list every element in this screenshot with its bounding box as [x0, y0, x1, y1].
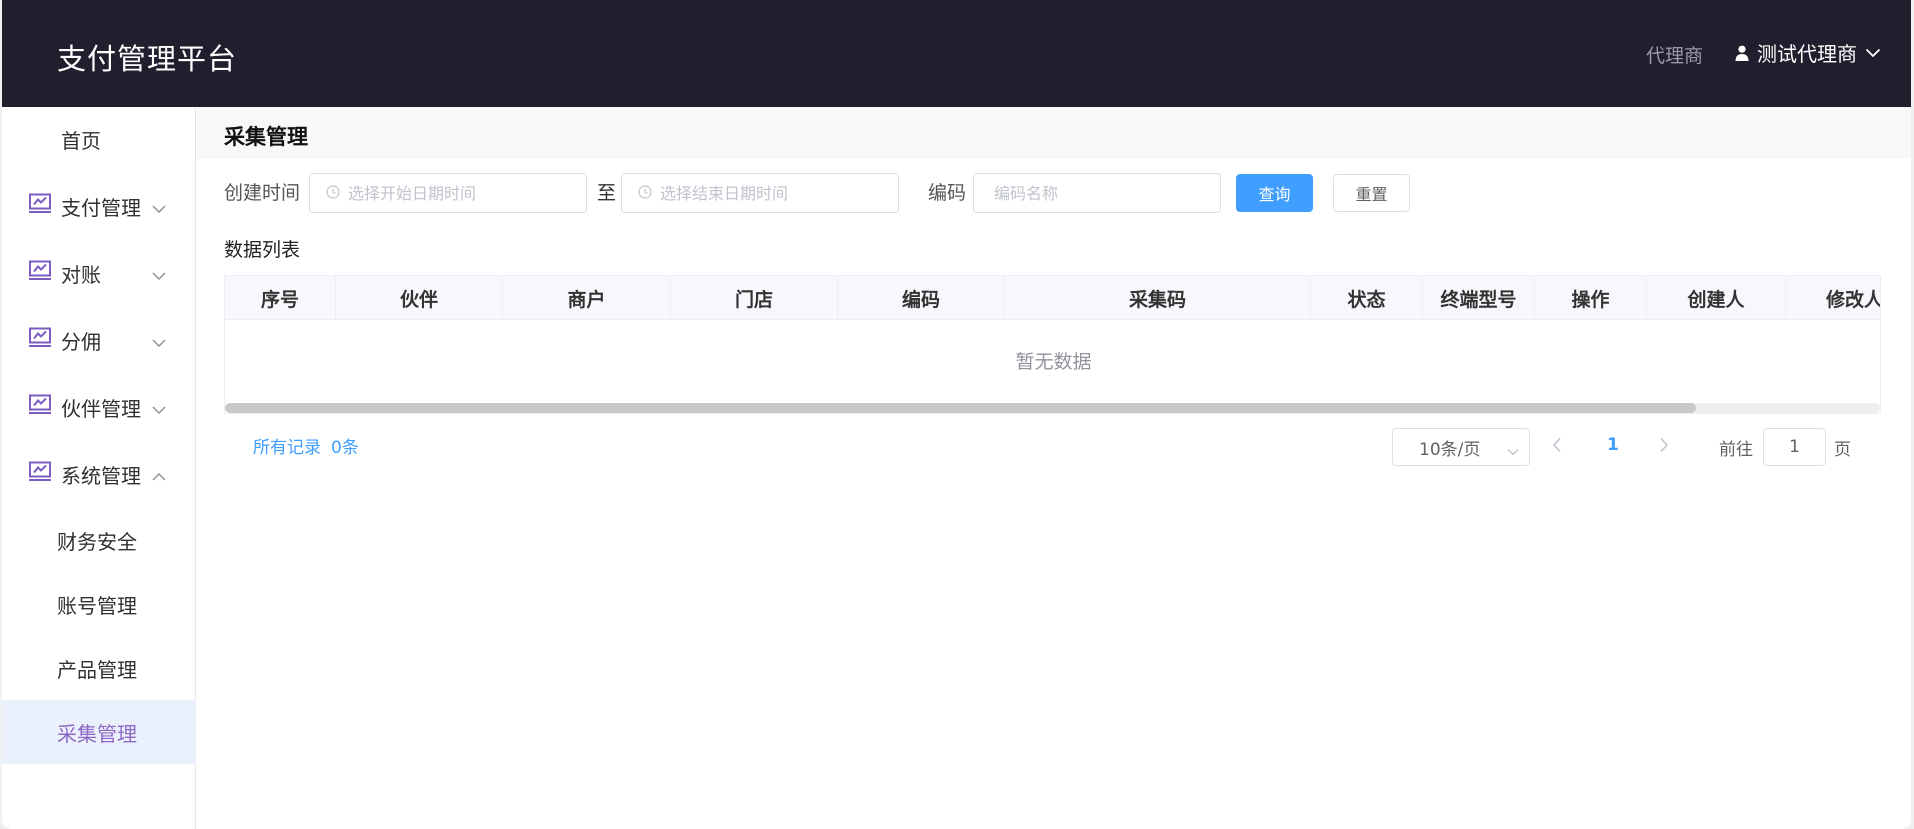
column-header-creator: 创建人: [1647, 276, 1786, 320]
sidebar: 首页 支付管理 对账 分佣 伙伴管理 系统管理 财务安全 账号管理 产品管理 采…: [2, 107, 196, 829]
end-date-input[interactable]: [621, 173, 899, 213]
chevron-down-icon: [152, 395, 166, 419]
prev-page-button[interactable]: [1552, 437, 1562, 457]
chevron-up-icon: [152, 462, 166, 486]
total-count: 0条: [331, 438, 359, 458]
start-date-input[interactable]: [309, 173, 587, 213]
code-field[interactable]: [994, 183, 1220, 203]
sidebar-subitem-label: 账号管理: [57, 593, 137, 618]
end-date-field[interactable]: [660, 183, 898, 203]
chevron-down-icon: [1865, 48, 1881, 58]
code-label: 编码: [928, 182, 967, 204]
column-header-actions: 操作: [1535, 276, 1647, 320]
column-header-partner: 伙伴: [336, 276, 503, 320]
code-input[interactable]: [973, 173, 1221, 213]
data-list-title: 数据列表: [224, 239, 301, 261]
column-header-merchant: 商户: [503, 276, 671, 320]
chevron-down-icon: [152, 194, 166, 218]
page-title: 采集管理: [224, 125, 308, 149]
sidebar-subitem-account-management[interactable]: 账号管理: [2, 572, 196, 636]
column-header-store: 门店: [671, 276, 838, 320]
chart-board-icon: [29, 327, 51, 353]
sidebar-item-label: 系统管理: [61, 463, 141, 488]
main-content: 采集管理 创建时间 至 编码 查询 重置 数据列表 序号 伙伴: [197, 107, 1911, 829]
range-separator: 至: [597, 182, 617, 204]
sidebar-item-label: 伙伴管理: [61, 396, 141, 421]
sidebar-item-partner-management[interactable]: 伙伴管理: [2, 375, 196, 439]
sidebar-item-label: 支付管理: [61, 195, 141, 220]
column-header-collection-code: 采集码: [1005, 276, 1311, 320]
chart-board-icon: [29, 461, 51, 487]
sidebar-subitem-label: 产品管理: [57, 657, 137, 682]
sidebar-item-home[interactable]: 首页: [2, 107, 196, 171]
sidebar-item-payment-management[interactable]: 支付管理: [2, 174, 196, 238]
column-header-status: 状态: [1311, 276, 1423, 320]
chart-board-icon: [29, 394, 51, 420]
sidebar-item-commission[interactable]: 分佣: [2, 308, 196, 372]
start-date-field[interactable]: [348, 183, 586, 203]
reset-button[interactable]: 重置: [1333, 174, 1410, 212]
brand-title: 支付管理平台: [57, 42, 238, 76]
person-icon: [1735, 45, 1749, 61]
sidebar-item-reconciliation[interactable]: 对账: [2, 241, 196, 305]
goto-page-input[interactable]: [1763, 428, 1826, 466]
goto-label: 前往: [1719, 440, 1753, 460]
next-page-button[interactable]: [1659, 437, 1669, 457]
total-records: 所有记录 0条: [253, 433, 369, 458]
page-number-current[interactable]: 1: [1607, 435, 1619, 455]
sidebar-subitem-collection-management[interactable]: 采集管理: [2, 700, 196, 764]
scrollbar-thumb[interactable]: [225, 403, 1696, 413]
sidebar-item-label: 对账: [61, 262, 101, 287]
chevron-down-icon: [1507, 441, 1519, 461]
sidebar-subitem-finance-security[interactable]: 财务安全: [2, 508, 196, 572]
column-header-modifier: 修改人: [1786, 276, 1880, 320]
sidebar-item-label: 分佣: [61, 329, 101, 354]
clock-icon: [326, 184, 340, 203]
chart-board-icon: [29, 260, 51, 286]
total-label: 所有记录: [253, 438, 321, 458]
column-header-code: 编码: [838, 276, 1005, 320]
sidebar-subitem-label: 财务安全: [57, 529, 137, 554]
column-header-terminal-model: 终端型号: [1423, 276, 1535, 320]
user-name: 测试代理商: [1757, 42, 1857, 66]
page-suffix-label: 页: [1834, 440, 1851, 460]
top-header: 支付管理平台 代理商 测试代理商: [2, 0, 1911, 107]
role-label: 代理商: [1645, 45, 1703, 67]
column-header-index: 序号: [225, 276, 336, 320]
chevron-down-icon: [152, 261, 166, 285]
sidebar-item-label: 首页: [61, 128, 101, 153]
page-size-value: 10条/页: [1419, 439, 1481, 460]
page-size-select[interactable]: 10条/页: [1392, 428, 1530, 466]
chart-board-icon: [29, 193, 51, 219]
query-button[interactable]: 查询: [1236, 174, 1313, 212]
chevron-down-icon: [152, 328, 166, 352]
sidebar-subitem-label: 采集管理: [57, 721, 137, 746]
created-time-label: 创建时间: [224, 182, 301, 204]
goto-page-field[interactable]: [1769, 437, 1820, 457]
clock-icon: [638, 184, 652, 203]
empty-state-text: 暂无数据: [1015, 350, 1092, 373]
table-header: 序号 伙伴 商户 门店 编码 采集码 状态 终端型号 操作 创建人 修改人: [225, 276, 1880, 320]
data-table: 序号 伙伴 商户 门店 编码 采集码 状态 终端型号 操作 创建人 修改人 暂无…: [224, 275, 1881, 414]
sidebar-subitem-product-management[interactable]: 产品管理: [2, 636, 196, 700]
sidebar-item-system-management[interactable]: 系统管理: [2, 442, 196, 506]
user-menu[interactable]: 测试代理商: [1735, 38, 1881, 67]
horizontal-scrollbar[interactable]: [225, 403, 1880, 413]
app-window: 支付管理平台 代理商 测试代理商 首页 支付管理 对账 分佣 伙伴管理 系统管理…: [2, 0, 1911, 829]
title-bar: 采集管理: [197, 107, 1911, 159]
